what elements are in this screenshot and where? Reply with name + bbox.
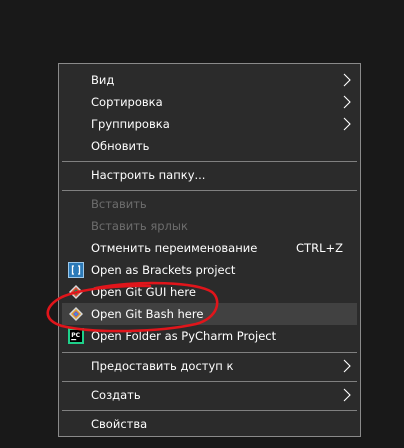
menu-item-label: Обновить bbox=[91, 139, 150, 153]
shortcut-label: CTRL+Z bbox=[296, 241, 343, 255]
brackets-icon bbox=[68, 262, 84, 278]
menu-item-properties[interactable]: Свойства bbox=[62, 413, 357, 435]
menu-item-label: Open Git Bash here bbox=[91, 307, 204, 321]
chevron-right-icon bbox=[343, 388, 351, 402]
menu-item-label: Предоставить доступ к bbox=[91, 359, 234, 373]
menu-item-view[interactable]: Вид bbox=[62, 69, 357, 91]
menu-item-label: Свойства bbox=[91, 417, 148, 431]
menu-item-new[interactable]: Создать bbox=[62, 384, 357, 406]
menu-item-group[interactable]: Группировка bbox=[62, 113, 357, 135]
git-gui-icon bbox=[69, 285, 83, 299]
menu-separator bbox=[62, 352, 357, 353]
menu-item-label: Open Folder as PyCharm Project bbox=[91, 329, 277, 343]
menu-item-label: Open Git GUI here bbox=[91, 285, 196, 299]
menu-item-open-git-gui[interactable]: Open Git GUI here bbox=[62, 281, 357, 303]
menu-item-paste: Вставить bbox=[62, 193, 357, 215]
chevron-right-icon bbox=[343, 117, 351, 131]
menu-item-label: Отменить переименование bbox=[91, 241, 258, 255]
menu-separator bbox=[62, 190, 357, 191]
menu-item-undo-rename[interactable]: Отменить переименование CTRL+Z bbox=[62, 237, 357, 259]
menu-separator bbox=[62, 381, 357, 382]
chevron-right-icon bbox=[343, 73, 351, 87]
menu-item-label: Вставить ярлык bbox=[91, 219, 188, 233]
git-bash-icon bbox=[69, 307, 83, 321]
menu-item-label: Настроить папку... bbox=[91, 168, 206, 182]
menu-item-paste-shortcut: Вставить ярлык bbox=[62, 215, 357, 237]
menu-item-give-access[interactable]: Предоставить доступ к bbox=[62, 355, 357, 377]
svg-text:PC: PC bbox=[71, 332, 80, 339]
menu-item-customize-folder[interactable]: Настроить папку... bbox=[62, 164, 357, 186]
context-menu: Вид Сортировка Группировка Обновить Наст… bbox=[58, 63, 361, 437]
chevron-right-icon bbox=[343, 95, 351, 109]
menu-item-label: Open as Brackets project bbox=[91, 263, 236, 277]
menu-separator bbox=[62, 410, 357, 411]
menu-separator bbox=[62, 161, 357, 162]
menu-item-open-brackets[interactable]: Open as Brackets project bbox=[62, 259, 357, 281]
pycharm-icon: PC bbox=[68, 328, 84, 344]
menu-item-refresh[interactable]: Обновить bbox=[62, 135, 357, 157]
menu-item-sort[interactable]: Сортировка bbox=[62, 91, 357, 113]
menu-item-open-pycharm[interactable]: PC Open Folder as PyCharm Project bbox=[62, 325, 357, 347]
chevron-right-icon bbox=[343, 359, 351, 373]
menu-item-label: Сортировка bbox=[91, 95, 163, 109]
menu-item-label: Создать bbox=[91, 388, 141, 402]
menu-item-label: Вставить bbox=[91, 197, 147, 211]
menu-item-label: Вид bbox=[91, 73, 115, 87]
menu-item-open-git-bash[interactable]: Open Git Bash here bbox=[62, 303, 357, 325]
menu-item-label: Группировка bbox=[91, 117, 170, 131]
